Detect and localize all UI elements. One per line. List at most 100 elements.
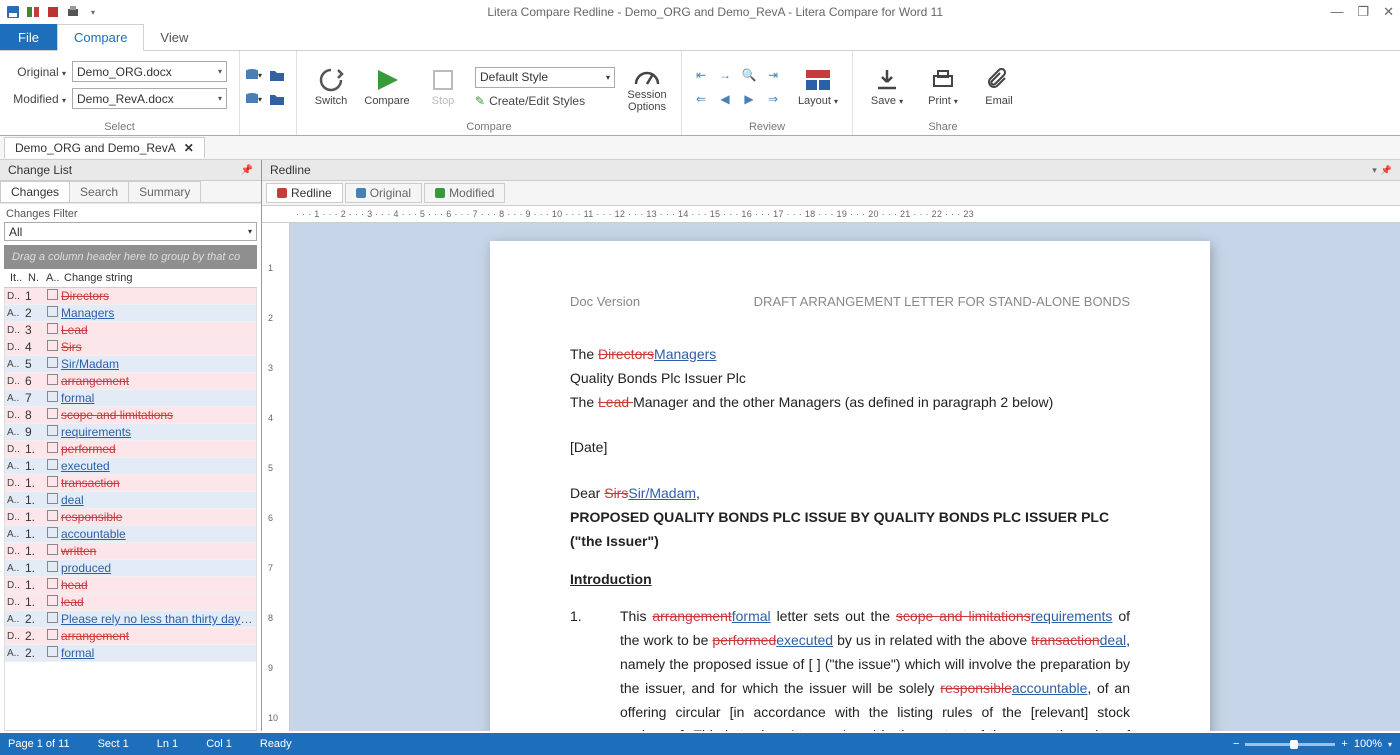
close-button[interactable]: ✕ bbox=[1383, 4, 1394, 20]
first-change-icon[interactable]: ⇤ bbox=[692, 66, 710, 84]
accept-checkbox[interactable] bbox=[47, 544, 58, 555]
accept-checkbox[interactable] bbox=[47, 340, 58, 351]
accept-checkbox[interactable] bbox=[47, 578, 58, 589]
prev-start-icon[interactable]: ⇐ bbox=[692, 90, 710, 108]
change-row[interactable]: D..3Lead bbox=[5, 322, 256, 339]
stop-qat-icon[interactable] bbox=[46, 5, 60, 19]
next-end-icon[interactable]: ⇒ bbox=[764, 90, 782, 108]
change-row[interactable]: D..1.transaction bbox=[5, 475, 256, 492]
qat-dropdown-icon[interactable]: ▾ bbox=[86, 5, 100, 19]
edit-styles-button[interactable]: ✎Create/Edit Styles bbox=[475, 94, 615, 108]
next-icon[interactable]: ▶ bbox=[740, 90, 758, 108]
accept-checkbox[interactable] bbox=[47, 493, 58, 504]
status-page[interactable]: Page 1 of 11 bbox=[8, 738, 70, 750]
find-icon[interactable]: 🔍 bbox=[740, 66, 758, 84]
change-row[interactable]: D..1.responsible bbox=[5, 509, 256, 526]
original-folder-icon[interactable] bbox=[268, 66, 286, 84]
accept-checkbox[interactable] bbox=[47, 357, 58, 368]
change-row[interactable]: D..4Sirs bbox=[5, 339, 256, 356]
panel-pin-icon[interactable]: 📌 bbox=[1381, 165, 1392, 176]
goto-end-icon[interactable]: ⇥ bbox=[764, 66, 782, 84]
file-tab[interactable]: File bbox=[0, 24, 57, 50]
accept-checkbox[interactable] bbox=[47, 595, 58, 606]
change-row[interactable]: D..6arrangement bbox=[5, 373, 256, 390]
change-row[interactable]: D..1Directors bbox=[5, 288, 256, 305]
horizontal-ruler[interactable]: · · · 1 · · · 2 · · · 3 · · · 4 · · · 5 … bbox=[262, 206, 1400, 223]
accept-checkbox[interactable] bbox=[47, 629, 58, 640]
zoom-dropdown-icon[interactable]: ▾ bbox=[1388, 740, 1392, 749]
layout-button[interactable]: Layout ▾ bbox=[794, 67, 842, 107]
accept-checkbox[interactable] bbox=[47, 442, 58, 453]
modified-folder-icon[interactable] bbox=[268, 90, 286, 108]
zoom-slider[interactable] bbox=[1245, 743, 1335, 746]
print-qat-icon[interactable] bbox=[66, 5, 80, 19]
save-button[interactable]: Save ▾ bbox=[863, 67, 911, 107]
accept-checkbox[interactable] bbox=[47, 476, 58, 487]
change-row[interactable]: D..1.written bbox=[5, 543, 256, 560]
compare-tab[interactable]: Compare bbox=[57, 24, 144, 51]
panel-menu-icon[interactable]: ▾ bbox=[1372, 165, 1377, 176]
compare-qat-icon[interactable] bbox=[26, 5, 40, 19]
accept-checkbox[interactable] bbox=[47, 612, 58, 623]
modified-combo[interactable]: Demo_RevA.docx▾ bbox=[72, 88, 227, 109]
print-button[interactable]: Print ▾ bbox=[919, 67, 967, 107]
accept-checkbox[interactable] bbox=[47, 561, 58, 572]
change-row[interactable]: A..9requirements bbox=[5, 424, 256, 441]
restore-button[interactable]: ❐ bbox=[1357, 4, 1369, 20]
compare-button[interactable]: Compare bbox=[363, 67, 411, 107]
zoom-in-button[interactable]: + bbox=[1341, 738, 1347, 750]
accept-checkbox[interactable] bbox=[47, 289, 58, 300]
accept-checkbox[interactable] bbox=[47, 527, 58, 538]
change-row[interactable]: D..8scope and limitations bbox=[5, 407, 256, 424]
zoom-out-button[interactable]: − bbox=[1233, 738, 1239, 750]
change-row[interactable]: A..5Sir/Madam bbox=[5, 356, 256, 373]
redline-view-tab[interactable]: Redline bbox=[266, 183, 343, 203]
change-row[interactable]: A..1.deal bbox=[5, 492, 256, 509]
panel-pin-icon[interactable]: 📌 bbox=[241, 165, 253, 176]
modified-view-tab[interactable]: Modified bbox=[424, 183, 505, 203]
accept-checkbox[interactable] bbox=[47, 323, 58, 334]
accept-checkbox[interactable] bbox=[47, 306, 58, 317]
tab-summary[interactable]: Summary bbox=[128, 181, 201, 202]
change-row[interactable]: D..1.head bbox=[5, 577, 256, 594]
change-row[interactable]: A..1.produced bbox=[5, 560, 256, 577]
original-view-tab[interactable]: Original bbox=[345, 183, 422, 203]
accept-checkbox[interactable] bbox=[47, 374, 58, 385]
tab-changes[interactable]: Changes bbox=[0, 181, 70, 202]
next-change-icon[interactable]: → bbox=[716, 66, 734, 84]
change-row[interactable]: A..2.formal bbox=[5, 645, 256, 662]
style-combo[interactable]: Default Style▾ bbox=[475, 67, 615, 88]
vertical-ruler[interactable]: 12345678910 bbox=[262, 223, 290, 731]
session-options-button[interactable]: Session Options bbox=[623, 61, 671, 113]
save-icon[interactable] bbox=[6, 5, 20, 19]
change-row[interactable]: A..1.accountable bbox=[5, 526, 256, 543]
change-row[interactable]: D..2.arrangement bbox=[5, 628, 256, 645]
change-row[interactable]: A..1.executed bbox=[5, 458, 256, 475]
document-tab[interactable]: Demo_ORG and Demo_RevA ✕ bbox=[4, 137, 205, 158]
change-row[interactable]: A..2Managers bbox=[5, 305, 256, 322]
email-button[interactable]: Email bbox=[975, 67, 1023, 107]
accept-checkbox[interactable] bbox=[47, 510, 58, 521]
accept-checkbox[interactable] bbox=[47, 408, 58, 419]
original-db-icon[interactable]: ▾ bbox=[244, 66, 262, 84]
change-row[interactable]: A..7formal bbox=[5, 390, 256, 407]
change-row[interactable]: D..1.performed bbox=[5, 441, 256, 458]
change-row[interactable]: A..2.Please rely no less than thirty day… bbox=[5, 611, 256, 628]
tab-search[interactable]: Search bbox=[69, 181, 129, 202]
accept-checkbox[interactable] bbox=[47, 425, 58, 436]
minimize-button[interactable]: — bbox=[1330, 4, 1343, 20]
zoom-value[interactable]: 100% bbox=[1354, 738, 1382, 750]
view-tab[interactable]: View bbox=[144, 24, 204, 50]
group-hint[interactable]: Drag a column header here to group by th… bbox=[4, 245, 257, 269]
close-tab-icon[interactable]: ✕ bbox=[184, 141, 194, 155]
accept-checkbox[interactable] bbox=[47, 459, 58, 470]
change-list[interactable]: D..1DirectorsA..2ManagersD..3LeadD..4Sir… bbox=[4, 288, 257, 731]
modified-db-icon[interactable]: ▾ bbox=[244, 90, 262, 108]
change-row[interactable]: D..1.lead bbox=[5, 594, 256, 611]
original-combo[interactable]: Demo_ORG.docx▾ bbox=[72, 61, 227, 82]
prev-icon[interactable]: ◀ bbox=[716, 90, 734, 108]
document-viewport[interactable]: Doc Version DRAFT ARRANGEMENT LETTER FOR… bbox=[290, 223, 1400, 731]
filter-combo[interactable]: All▾ bbox=[4, 222, 257, 241]
switch-button[interactable]: Switch bbox=[307, 67, 355, 107]
accept-checkbox[interactable] bbox=[47, 646, 58, 657]
